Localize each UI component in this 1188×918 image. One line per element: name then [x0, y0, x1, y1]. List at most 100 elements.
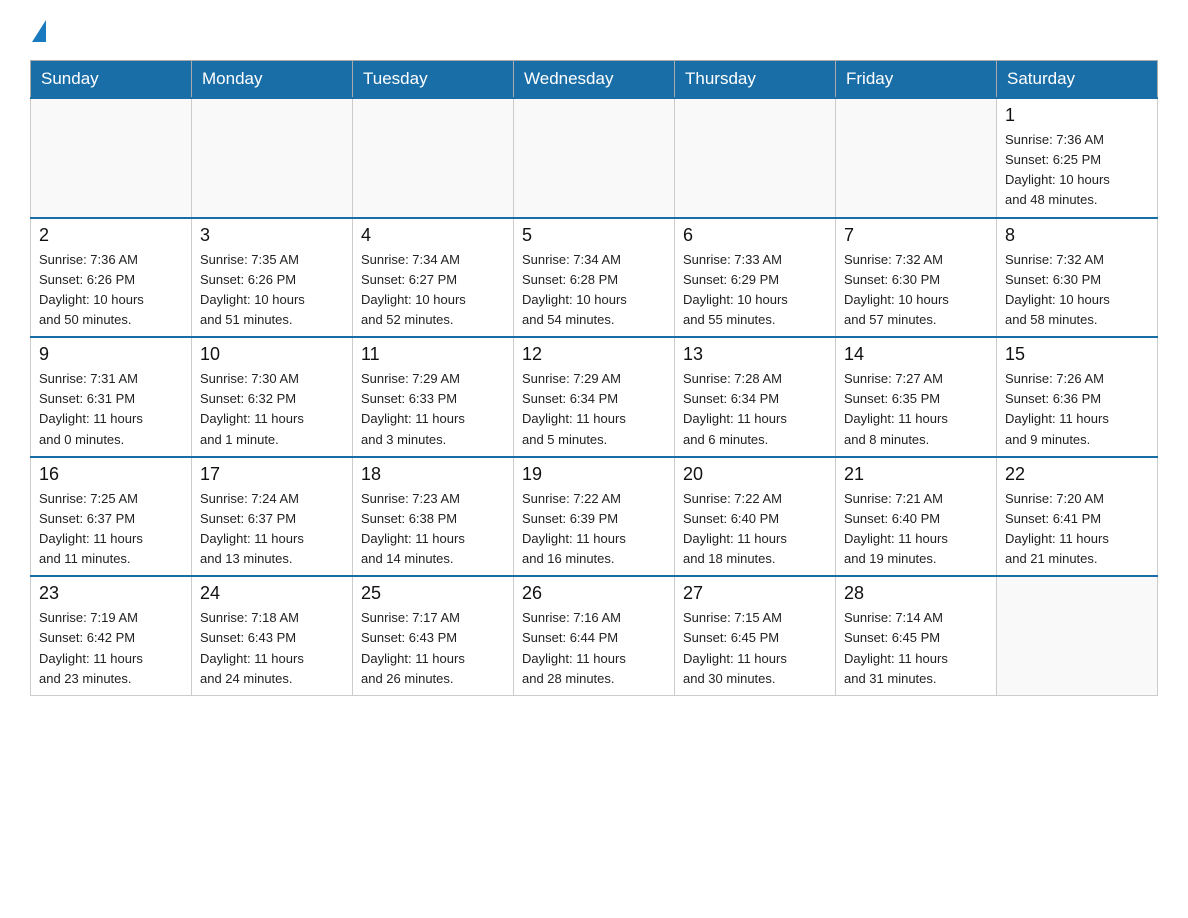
day-number: 9: [39, 344, 183, 365]
day-number: 28: [844, 583, 988, 604]
week-row-2: 2 Sunrise: 7:36 AM Sunset: 6:26 PM Daylig…: [31, 218, 1158, 338]
day-number: 6: [683, 225, 827, 246]
day-info: Sunrise: 7:28 AM Sunset: 6:34 PM Dayligh…: [683, 369, 827, 450]
calendar-table: SundayMondayTuesdayWednesdayThursdayFrid…: [30, 60, 1158, 696]
day-number: 24: [200, 583, 344, 604]
week-row-3: 9 Sunrise: 7:31 AM Sunset: 6:31 PM Daylig…: [31, 337, 1158, 457]
calendar-cell: 9 Sunrise: 7:31 AM Sunset: 6:31 PM Daylig…: [31, 337, 192, 457]
calendar-cell: 26 Sunrise: 7:16 AM Sunset: 6:44 PM Dayli…: [514, 576, 675, 695]
day-info: Sunrise: 7:27 AM Sunset: 6:35 PM Dayligh…: [844, 369, 988, 450]
calendar-cell: 1 Sunrise: 7:36 AM Sunset: 6:25 PM Daylig…: [997, 98, 1158, 218]
week-row-4: 16 Sunrise: 7:25 AM Sunset: 6:37 PM Dayli…: [31, 457, 1158, 577]
calendar-cell: 2 Sunrise: 7:36 AM Sunset: 6:26 PM Daylig…: [31, 218, 192, 338]
calendar-cell: [31, 98, 192, 218]
day-info: Sunrise: 7:20 AM Sunset: 6:41 PM Dayligh…: [1005, 489, 1149, 570]
day-number: 5: [522, 225, 666, 246]
day-info: Sunrise: 7:32 AM Sunset: 6:30 PM Dayligh…: [1005, 250, 1149, 331]
calendar-cell: 21Sunrise: 7:21 AM Sunset: 6:40 PM Dayli…: [836, 457, 997, 577]
day-number: 3: [200, 225, 344, 246]
calendar-cell: [997, 576, 1158, 695]
calendar-cell: 22 Sunrise: 7:20 AM Sunset: 6:41 PM Dayli…: [997, 457, 1158, 577]
day-number: 11: [361, 344, 505, 365]
day-info: Sunrise: 7:29 AM Sunset: 6:34 PM Dayligh…: [522, 369, 666, 450]
week-row-5: 23 Sunrise: 7:19 AM Sunset: 6:42 PM Dayli…: [31, 576, 1158, 695]
weekday-header-monday: Monday: [192, 61, 353, 99]
day-info: Sunrise: 7:25 AM Sunset: 6:37 PM Dayligh…: [39, 489, 183, 570]
day-info: Sunrise: 7:26 AM Sunset: 6:36 PM Dayligh…: [1005, 369, 1149, 450]
day-info: Sunrise: 7:29 AM Sunset: 6:33 PM Dayligh…: [361, 369, 505, 450]
week-row-1: 1 Sunrise: 7:36 AM Sunset: 6:25 PM Daylig…: [31, 98, 1158, 218]
day-number: 25: [361, 583, 505, 604]
calendar-cell: 3 Sunrise: 7:35 AM Sunset: 6:26 PM Daylig…: [192, 218, 353, 338]
day-info: Sunrise: 7:33 AM Sunset: 6:29 PM Dayligh…: [683, 250, 827, 331]
logo-triangle-icon: [32, 20, 46, 42]
day-info: Sunrise: 7:31 AM Sunset: 6:31 PM Dayligh…: [39, 369, 183, 450]
day-info: Sunrise: 7:22 AM Sunset: 6:39 PM Dayligh…: [522, 489, 666, 570]
calendar-cell: 18 Sunrise: 7:23 AM Sunset: 6:38 PM Dayli…: [353, 457, 514, 577]
calendar-cell: [192, 98, 353, 218]
day-number: 2: [39, 225, 183, 246]
day-info: Sunrise: 7:35 AM Sunset: 6:26 PM Dayligh…: [200, 250, 344, 331]
calendar-cell: 7 Sunrise: 7:32 AM Sunset: 6:30 PM Daylig…: [836, 218, 997, 338]
calendar-cell: 28 Sunrise: 7:14 AM Sunset: 6:45 PM Dayli…: [836, 576, 997, 695]
day-number: 1: [1005, 105, 1149, 126]
calendar-cell: 4 Sunrise: 7:34 AM Sunset: 6:27 PM Daylig…: [353, 218, 514, 338]
day-info: Sunrise: 7:34 AM Sunset: 6:27 PM Dayligh…: [361, 250, 505, 331]
day-number: 17: [200, 464, 344, 485]
day-number: 15: [1005, 344, 1149, 365]
day-info: Sunrise: 7:24 AM Sunset: 6:37 PM Dayligh…: [200, 489, 344, 570]
day-number: 23: [39, 583, 183, 604]
day-info: Sunrise: 7:22 AM Sunset: 6:40 PM Dayligh…: [683, 489, 827, 570]
day-info: Sunrise: 7:30 AM Sunset: 6:32 PM Dayligh…: [200, 369, 344, 450]
weekday-header-saturday: Saturday: [997, 61, 1158, 99]
day-number: 4: [361, 225, 505, 246]
day-info: Sunrise: 7:19 AM Sunset: 6:42 PM Dayligh…: [39, 608, 183, 689]
calendar-cell: 16 Sunrise: 7:25 AM Sunset: 6:37 PM Dayli…: [31, 457, 192, 577]
calendar-cell: 19 Sunrise: 7:22 AM Sunset: 6:39 PM Dayli…: [514, 457, 675, 577]
calendar-header-row: SundayMondayTuesdayWednesdayThursdayFrid…: [31, 61, 1158, 99]
day-info: Sunrise: 7:23 AM Sunset: 6:38 PM Dayligh…: [361, 489, 505, 570]
calendar-cell: 13 Sunrise: 7:28 AM Sunset: 6:34 PM Dayli…: [675, 337, 836, 457]
calendar-cell: [353, 98, 514, 218]
calendar-cell: [675, 98, 836, 218]
calendar-cell: 10Sunrise: 7:30 AM Sunset: 6:32 PM Dayli…: [192, 337, 353, 457]
day-number: 13: [683, 344, 827, 365]
calendar-cell: 12Sunrise: 7:29 AM Sunset: 6:34 PM Dayli…: [514, 337, 675, 457]
day-info: Sunrise: 7:34 AM Sunset: 6:28 PM Dayligh…: [522, 250, 666, 331]
day-number: 26: [522, 583, 666, 604]
day-info: Sunrise: 7:15 AM Sunset: 6:45 PM Dayligh…: [683, 608, 827, 689]
day-number: 14: [844, 344, 988, 365]
day-info: Sunrise: 7:16 AM Sunset: 6:44 PM Dayligh…: [522, 608, 666, 689]
day-info: Sunrise: 7:18 AM Sunset: 6:43 PM Dayligh…: [200, 608, 344, 689]
day-info: Sunrise: 7:36 AM Sunset: 6:25 PM Dayligh…: [1005, 130, 1149, 211]
calendar-cell: 14 Sunrise: 7:27 AM Sunset: 6:35 PM Dayli…: [836, 337, 997, 457]
day-info: Sunrise: 7:21 AM Sunset: 6:40 PM Dayligh…: [844, 489, 988, 570]
calendar-cell: 24 Sunrise: 7:18 AM Sunset: 6:43 PM Dayli…: [192, 576, 353, 695]
calendar-cell: 5 Sunrise: 7:34 AM Sunset: 6:28 PM Daylig…: [514, 218, 675, 338]
day-number: 22: [1005, 464, 1149, 485]
day-number: 7: [844, 225, 988, 246]
weekday-header-wednesday: Wednesday: [514, 61, 675, 99]
day-number: 27: [683, 583, 827, 604]
calendar-cell: 20 Sunrise: 7:22 AM Sunset: 6:40 PM Dayli…: [675, 457, 836, 577]
calendar-cell: 8Sunrise: 7:32 AM Sunset: 6:30 PM Daylig…: [997, 218, 1158, 338]
day-info: Sunrise: 7:32 AM Sunset: 6:30 PM Dayligh…: [844, 250, 988, 331]
calendar-cell: 15 Sunrise: 7:26 AM Sunset: 6:36 PM Dayli…: [997, 337, 1158, 457]
calendar-cell: 23 Sunrise: 7:19 AM Sunset: 6:42 PM Dayli…: [31, 576, 192, 695]
calendar-cell: [836, 98, 997, 218]
day-number: 19: [522, 464, 666, 485]
weekday-header-tuesday: Tuesday: [353, 61, 514, 99]
calendar-cell: 25 Sunrise: 7:17 AM Sunset: 6:43 PM Dayli…: [353, 576, 514, 695]
logo: [30, 20, 46, 40]
day-number: 18: [361, 464, 505, 485]
calendar-cell: 6 Sunrise: 7:33 AM Sunset: 6:29 PM Daylig…: [675, 218, 836, 338]
day-info: Sunrise: 7:17 AM Sunset: 6:43 PM Dayligh…: [361, 608, 505, 689]
calendar-cell: 11 Sunrise: 7:29 AM Sunset: 6:33 PM Dayli…: [353, 337, 514, 457]
weekday-header-thursday: Thursday: [675, 61, 836, 99]
calendar-cell: 17 Sunrise: 7:24 AM Sunset: 6:37 PM Dayli…: [192, 457, 353, 577]
day-info: Sunrise: 7:14 AM Sunset: 6:45 PM Dayligh…: [844, 608, 988, 689]
day-number: 20: [683, 464, 827, 485]
day-number: 16: [39, 464, 183, 485]
weekday-header-sunday: Sunday: [31, 61, 192, 99]
day-info: Sunrise: 7:36 AM Sunset: 6:26 PM Dayligh…: [39, 250, 183, 331]
